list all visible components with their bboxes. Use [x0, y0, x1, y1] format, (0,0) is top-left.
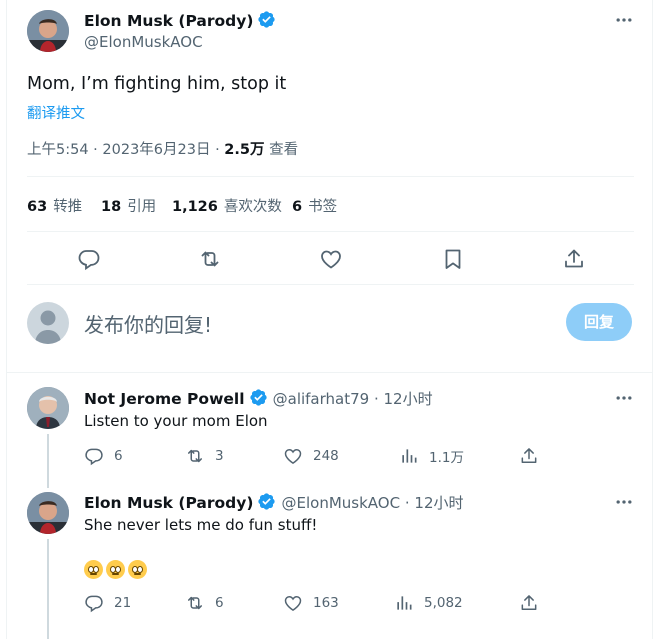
likes-label: 喜欢次数 [223, 199, 282, 215]
thread-line [47, 434, 49, 488]
reply-icon [84, 446, 104, 466]
divider [27, 231, 634, 232]
verified-badge-icon [257, 492, 276, 511]
reply-action-reply[interactable]: 6 [84, 446, 123, 466]
like-count: 248 [313, 448, 339, 464]
retweet-count: 3 [215, 448, 224, 464]
views-icon [399, 446, 419, 466]
current-user-avatar[interactable] [27, 302, 69, 344]
likes-stat[interactable]: 1,126 喜欢次数 [172, 195, 282, 216]
quotes-stat[interactable]: 18 引用 [101, 195, 156, 216]
reply-button[interactable] [77, 247, 101, 271]
like-icon [283, 446, 303, 466]
reply-action-reply[interactable]: 21 [84, 593, 131, 613]
reply-author-name[interactable]: Not Jerome Powell [84, 390, 245, 408]
reply-submit-button[interactable]: 回复 [566, 303, 632, 341]
reply-count: 6 [114, 448, 123, 464]
retweet-icon [198, 247, 222, 271]
reply-header: Elon Musk (Parody) @ElonMuskAOC · 12小时 [84, 492, 464, 513]
tweet-text: Mom, I’m fighting him, stop it [27, 74, 287, 94]
retweet-count: 6 [215, 595, 224, 611]
reply-icon [84, 593, 104, 613]
reply-author-avatar[interactable] [27, 387, 69, 429]
divider [27, 176, 634, 177]
author-handle[interactable]: @ElonMuskAOC [84, 33, 203, 51]
avatar-photo [27, 492, 69, 534]
verified-badge-icon [257, 10, 276, 29]
reply-author-handle[interactable]: @alifarhat79 [273, 390, 370, 408]
tweet-timestamp[interactable]: 上午5:54 · 2023年6月23日 · [27, 142, 224, 158]
eye-roll-emoji-icon [84, 560, 103, 579]
retweet-icon [185, 593, 205, 613]
reply-action-retweet[interactable]: 3 [185, 446, 224, 466]
views-icon [394, 593, 414, 613]
reply-icon [77, 247, 101, 271]
share-icon [519, 446, 539, 466]
more-options-icon[interactable] [614, 388, 634, 408]
author-name[interactable]: Elon Musk (Parody) [84, 10, 276, 30]
thread-line [47, 539, 49, 639]
bookmark-button[interactable] [441, 247, 465, 271]
view-count: 2.5万 [224, 142, 265, 158]
author-name-text: Elon Musk (Parody) [84, 12, 254, 30]
tweet-meta: 上午5:54 · 2023年6月23日 · 2.5万 查看 [27, 138, 298, 159]
retweet-icon [185, 446, 205, 466]
default-avatar-icon [35, 310, 61, 344]
bookmarks-stat[interactable]: 6 书签 [292, 195, 337, 216]
bookmarks-count: 6 [292, 199, 303, 215]
eye-roll-emoji-icon [128, 560, 147, 579]
reply-author-avatar[interactable] [27, 492, 69, 534]
reply-author-name[interactable]: Elon Musk (Parody) [84, 494, 253, 512]
reply-time[interactable]: · 12小时 [400, 494, 464, 512]
bookmarks-label: 书签 [308, 199, 338, 215]
quotes-count: 18 [101, 199, 122, 215]
verified-badge-icon [249, 388, 268, 407]
retweets-count: 63 [27, 199, 48, 215]
quotes-label: 引用 [127, 199, 157, 215]
reply-header: Not Jerome Powell @alifarhat79 · 12小时 [84, 388, 433, 409]
likes-count: 1,126 [172, 199, 218, 215]
avatar[interactable] [27, 10, 69, 52]
like-button[interactable] [319, 247, 343, 271]
share-button[interactable] [562, 247, 586, 271]
more-options-icon[interactable] [614, 492, 634, 512]
reply-action-views[interactable]: 5,082 [394, 593, 463, 613]
views-label: 查看 [264, 142, 299, 158]
reply-count: 21 [114, 595, 132, 611]
reply-action-share[interactable] [519, 593, 549, 613]
retweet-button[interactable] [198, 247, 222, 271]
more-options-icon[interactable] [614, 10, 634, 30]
reply-text: She never lets me do fun stuff! [84, 516, 318, 534]
divider [7, 372, 652, 373]
share-icon [562, 247, 586, 271]
reply-action-share[interactable] [519, 446, 549, 466]
like-count: 163 [313, 595, 339, 611]
divider [27, 284, 634, 285]
reply-input[interactable]: 发布你的回复! [84, 309, 212, 338]
eye-roll-emoji-icon [106, 560, 125, 579]
retweets-label: 转推 [53, 199, 83, 215]
reply-action-like[interactable]: 248 [283, 446, 339, 466]
reply-author-handle[interactable]: @ElonMuskAOC [282, 494, 401, 512]
avatar-photo [27, 387, 69, 429]
translate-tweet-link[interactable]: 翻译推文 [27, 102, 85, 123]
reply-emojis: 🙄🙄🙄 [84, 559, 150, 579]
share-icon [519, 593, 539, 613]
avatar-photo [27, 10, 69, 52]
reply-text: Listen to your mom Elon [84, 412, 268, 430]
reply-action-like[interactable]: 163 [283, 593, 339, 613]
reply-time[interactable]: · 12小时 [369, 390, 433, 408]
reply-action-views[interactable]: 1.1万 [399, 446, 464, 466]
retweets-stat[interactable]: 63 转推 [27, 195, 82, 216]
view-count: 5,082 [424, 595, 463, 611]
like-icon [283, 593, 303, 613]
like-icon [319, 247, 343, 271]
view-count: 1.1万 [429, 450, 464, 466]
bookmark-icon [441, 247, 465, 271]
reply-action-retweet[interactable]: 6 [185, 593, 224, 613]
